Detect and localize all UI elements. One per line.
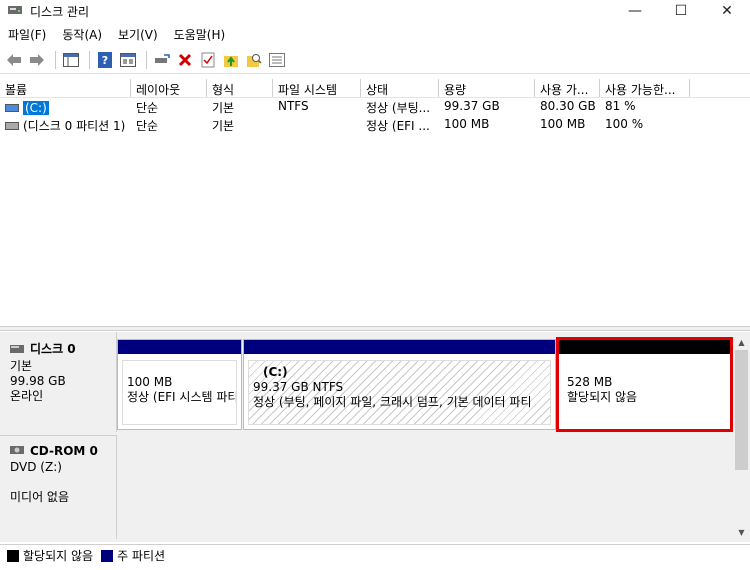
volume-list-header: 볼륨 레이아웃 형식 파일 시스템 상태 용량 사용 가... 사용 가능한..… [0,79,750,98]
column-header-filesystem[interactable]: 파일 시스템 [273,79,361,97]
column-header-free-percent[interactable]: 사용 가능한... [600,79,690,97]
unallocated-bar [558,340,730,354]
volume-layout: 단순 [136,101,159,115]
volume-name: (C:) [23,100,49,115]
volume-free-space: 80.30 GB [540,99,596,113]
partition-c-name: (C:) [263,365,288,379]
check-icon[interactable] [198,50,218,70]
volume-free-percent: 81 % [605,99,636,113]
toolbar-separator [55,50,56,69]
partition-c-bar [244,340,555,354]
title-bar: 디스크 관리 — ☐ ✕ [0,0,750,22]
menu-file[interactable]: 파일(F) [0,24,54,44]
unallocated-space[interactable]: 528 MB 할당되지 않음 [557,339,731,430]
volume-status: 정상 (부팅... [366,101,431,115]
disk-management-icon [8,4,22,16]
volume-type: 기본 [212,119,235,133]
unallocated-size: 528 MB [567,375,613,389]
window-title: 디스크 관리 [30,5,90,19]
up-folder-icon[interactable] [221,50,241,70]
volume-free-space: 100 MB [540,117,586,131]
cdrom-0-label[interactable]: CD-ROM 0 DVD (Z:) 미디어 없음 [0,435,117,539]
minimize-button[interactable]: — [612,0,658,22]
column-header-volume[interactable]: 볼륨 [0,79,131,97]
partition-efi-size: 100 MB [127,375,173,389]
menu-action[interactable]: 동작(A) [54,24,110,44]
forward-arrow-icon[interactable] [27,50,47,70]
disk-0-label[interactable]: 디스크 0 기본 99.98 GB 온라인 [0,332,117,432]
toolbar-separator [146,50,147,69]
disk-0-type: 기본 [10,359,33,373]
scroll-up-icon[interactable]: ▲ [733,334,750,350]
delete-icon[interactable] [175,50,195,70]
partition-c-body: (C:) 99.37 GB NTFS 정상 (부팅, 페이지 파일, 크래시 덤… [248,360,551,425]
volume-status: 정상 (EFI ... [366,119,430,133]
cdrom-0-title: CD-ROM 0 [10,444,116,458]
volume-name: (디스크 0 파티션 1) [23,119,126,133]
disk-0-title: 디스크 0 [10,340,116,357]
volume-name-cell: (C:) [0,98,131,116]
partition-c[interactable]: (C:) 99.37 GB NTFS 정상 (부팅, 페이지 파일, 크래시 덤… [243,339,556,430]
partition-c-size: 99.37 GB NTFS [253,380,344,394]
cdrom-0-spacer [10,475,116,490]
disk-0-size: 99.98 GB [10,374,66,388]
volume-name-cell: (디스크 0 파티션 1) [0,116,131,134]
search-icon[interactable] [244,50,264,70]
properties-icon[interactable] [118,50,138,70]
volume-free-percent: 100 % [605,117,644,131]
column-header-type[interactable]: 형식 [207,79,273,97]
volume-drive-icon [5,103,19,112]
cdrom-0-drive: DVD (Z:) [10,460,62,474]
legend-unallocated: 할당되지 않음 [7,547,93,564]
legend-primary-partition: 주 파티션 [101,547,165,564]
column-header-layout[interactable]: 레이아웃 [131,79,207,97]
help-icon[interactable]: ? [95,50,115,70]
pane-splitter[interactable] [0,326,750,331]
list-icon[interactable] [267,50,287,70]
partition-efi[interactable]: 100 MB 정상 (EFI 시스템 파티 [117,339,242,430]
toolbar-separator [89,50,90,69]
console-tree-icon[interactable] [61,50,81,70]
partition-c-status: 정상 (부팅, 페이지 파일, 크래시 덤프, 기본 데이터 파티 [253,395,532,409]
column-header-capacity[interactable]: 용량 [439,79,535,97]
toolbar: ? [0,46,750,74]
volume-type: 기본 [212,101,235,115]
svg-text:?: ? [102,54,108,67]
unallocated-body: 528 MB 할당되지 않음 [562,360,726,425]
volume-drive-icon [5,121,19,130]
cdrom-0-media: 미디어 없음 [10,490,70,504]
unallocated-status: 할당되지 않음 [567,390,638,404]
menu-help[interactable]: 도움말(H) [166,24,234,44]
volume-capacity: 99.37 GB [444,99,500,113]
legend-swatch-primary [101,549,114,562]
close-button[interactable]: ✕ [704,0,750,22]
volume-layout: 단순 [136,119,159,133]
scroll-down-icon[interactable]: ▼ [733,524,750,540]
volume-row-c[interactable]: (C:) 단순 기본 NTFS 정상 (부팅... 99.37 GB 80.30… [0,98,700,116]
column-header-status[interactable]: 상태 [361,79,439,97]
disk-graphical-pane: 디스크 0 기본 99.98 GB 온라인 100 MB 정상 (EFI 시스템… [0,332,750,542]
cdrom-0-empty-area [118,435,733,539]
partition-efi-bar [118,340,241,354]
cdrom-icon [10,444,24,458]
back-arrow-icon[interactable] [4,50,24,70]
legend-bar: 할당되지 않음 주 파티션 [0,544,750,566]
menu-view[interactable]: 보기(V) [110,24,166,44]
volume-capacity: 100 MB [444,117,490,131]
partition-efi-status: 정상 (EFI 시스템 파티 [127,390,237,404]
disk-pane-scrollbar[interactable]: ▲ ▼ [733,332,750,542]
maximize-button[interactable]: ☐ [658,0,704,22]
volume-row-efi[interactable]: (디스크 0 파티션 1) 단순 기본 정상 (EFI ... 100 MB 1… [0,116,700,134]
column-header-free-space[interactable]: 사용 가... [535,79,600,97]
legend-swatch-unallocated [7,549,19,562]
volume-filesystem: NTFS [278,99,309,113]
connect-disk-icon[interactable] [152,50,172,70]
menu-bar: 파일(F) 동작(A) 보기(V) 도움말(H) [0,24,750,44]
disk-icon [10,342,24,356]
disk-0-state: 온라인 [10,389,44,403]
volume-filesystem [273,116,361,134]
scrollbar-thumb[interactable] [735,350,748,470]
partition-efi-body: 100 MB 정상 (EFI 시스템 파티 [122,360,237,425]
